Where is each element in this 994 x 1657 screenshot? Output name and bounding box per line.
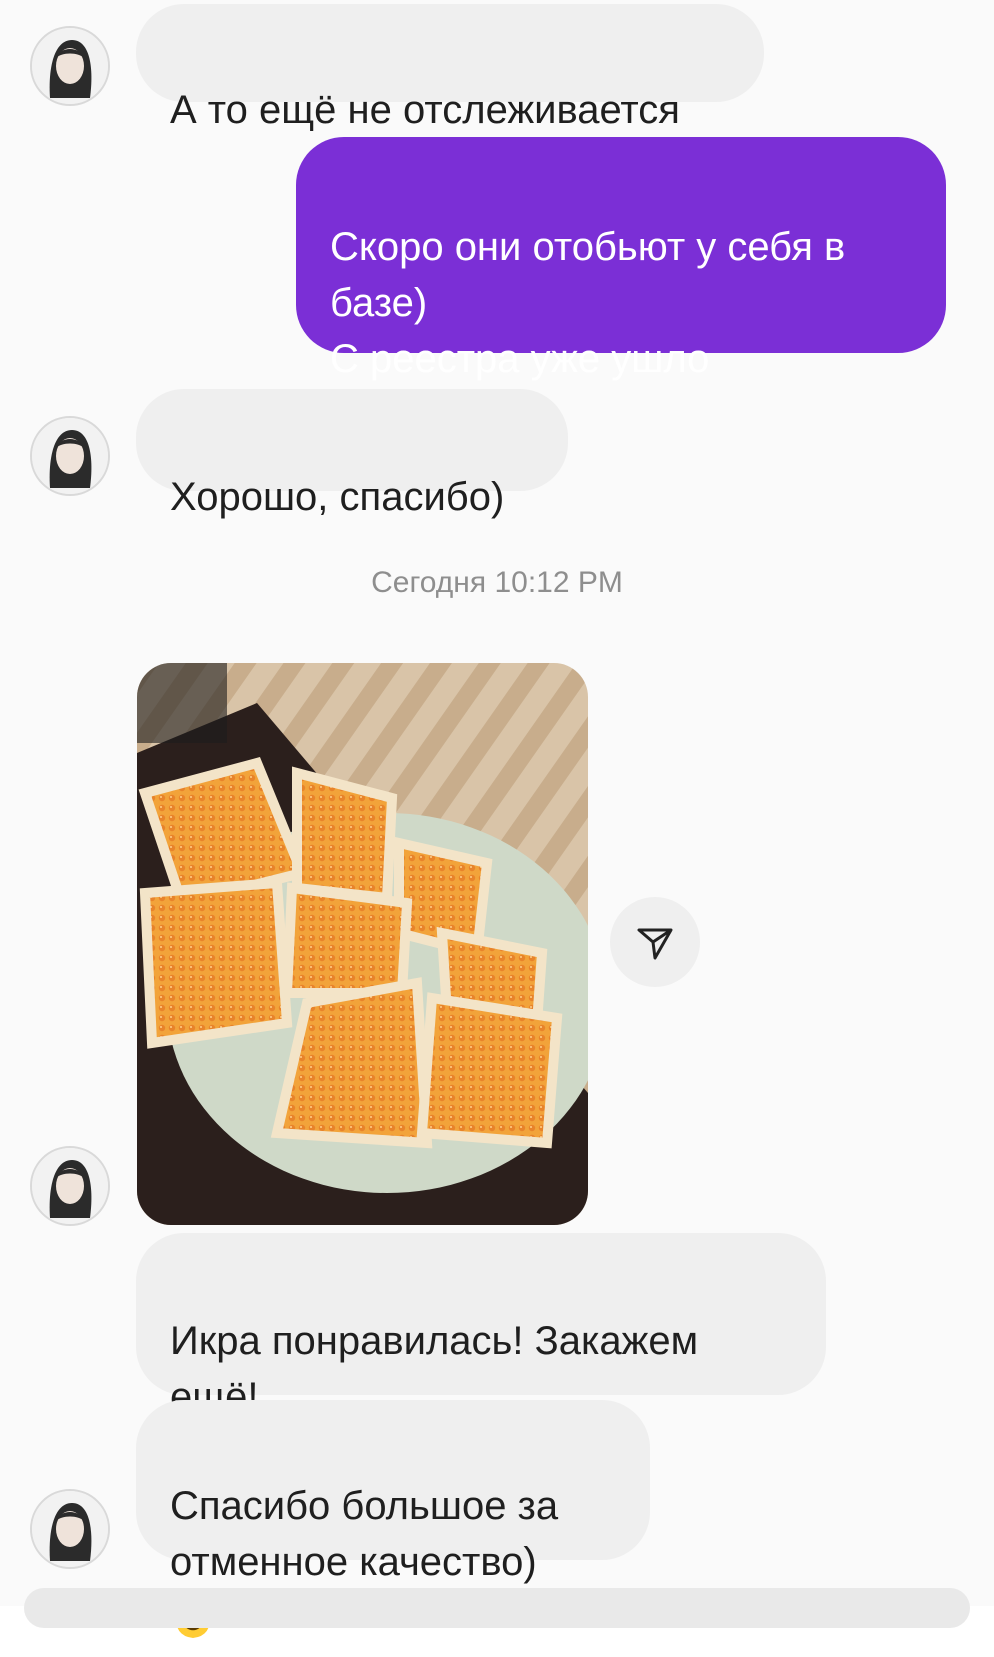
contact-avatar[interactable]	[30, 416, 110, 496]
photo-caviar-toasts-icon	[137, 663, 588, 1225]
incoming-message[interactable]: Хорошо, спасибо)	[136, 389, 568, 519]
incoming-message[interactable]: Икра понравилась! Закажем ещё!	[136, 1233, 826, 1638]
message-text: Хорошо, спасибо)	[170, 475, 505, 519]
send-icon	[637, 928, 673, 960]
message-composer[interactable]	[24, 1588, 970, 1628]
contact-avatar[interactable]	[30, 1146, 110, 1226]
chat-screen: А то ещё не отслеживается Скоро они отоб…	[0, 0, 994, 1638]
photo-message[interactable]	[137, 663, 588, 1225]
timestamp: Сегодня 10:12 PM	[371, 566, 623, 599]
message-text: Спасибо большое за отменное качество)	[170, 1484, 559, 1584]
avatar-portrait-icon	[32, 418, 108, 494]
avatar-portrait-icon	[32, 1491, 108, 1567]
incoming-message[interactable]: Спасибо большое за отменное качество)	[136, 1400, 650, 1584]
contact-avatar[interactable]	[30, 1489, 110, 1569]
message-text: Скоро они отобьют у себя в базе) С реест…	[330, 225, 846, 381]
share-button[interactable]	[610, 897, 700, 987]
outgoing-message[interactable]: Скоро они отобьют у себя в базе) С реест…	[296, 137, 946, 381]
incoming-message[interactable]: А то ещё не отслеживается	[136, 4, 764, 132]
contact-avatar[interactable]	[30, 26, 110, 106]
avatar-portrait-icon	[32, 28, 108, 104]
avatar-portrait-icon	[32, 1148, 108, 1224]
message-text: А то ещё не отслеживается	[170, 88, 680, 132]
